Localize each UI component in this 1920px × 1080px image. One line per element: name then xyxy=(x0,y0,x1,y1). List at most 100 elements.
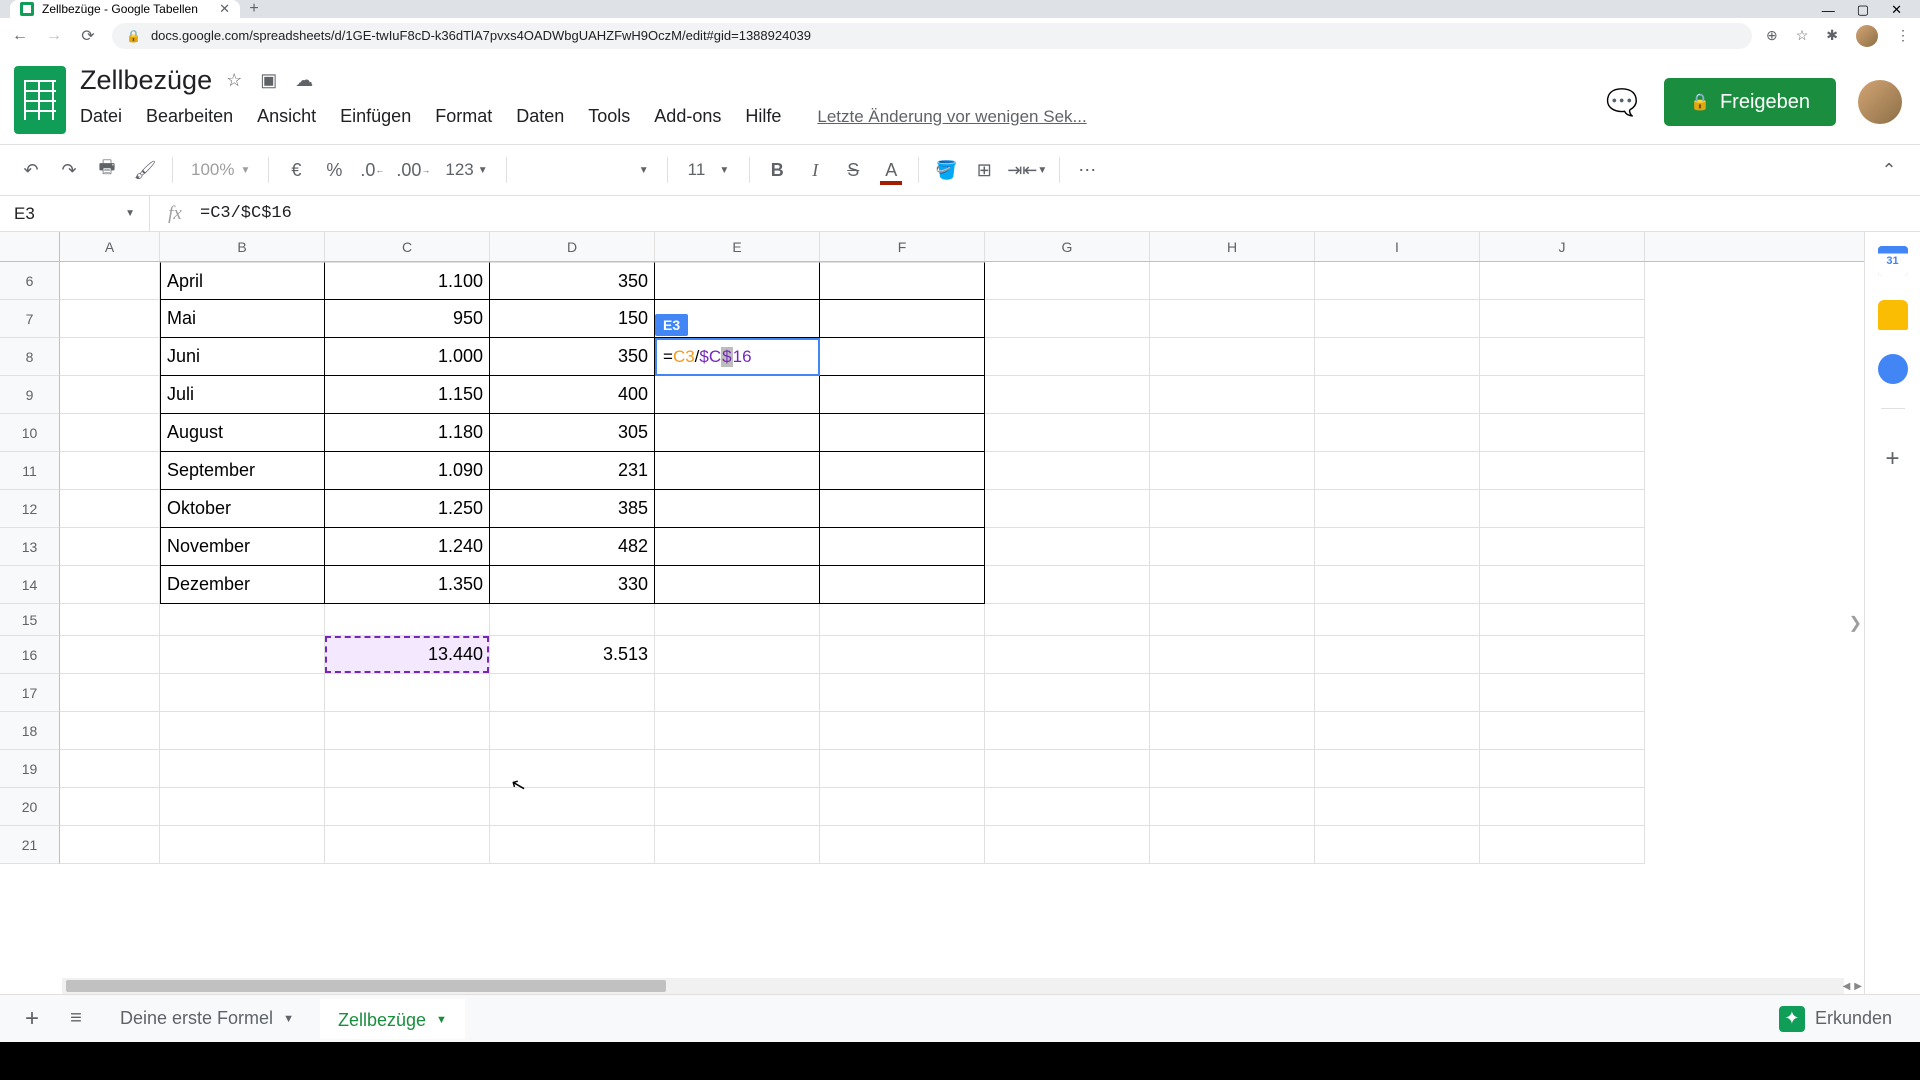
cell-D8[interactable]: 350 xyxy=(490,338,655,376)
cell-H11[interactable] xyxy=(1150,452,1315,490)
percent-button[interactable]: % xyxy=(317,153,351,187)
cell-I11[interactable] xyxy=(1315,452,1480,490)
cell-J10[interactable] xyxy=(1480,414,1645,452)
paint-format-icon[interactable]: 🖌 xyxy=(128,153,162,187)
menu-addons[interactable]: Add-ons xyxy=(654,106,721,127)
collapse-toolbar-icon[interactable]: ⌃ xyxy=(1872,153,1906,187)
share-button[interactable]: 🔒 Freigeben xyxy=(1664,78,1836,126)
cell-B14[interactable]: Dezember xyxy=(160,566,325,604)
cell-B11[interactable]: September xyxy=(160,452,325,490)
cell-F16[interactable] xyxy=(820,636,985,674)
cell-C16[interactable]: 13.440 xyxy=(325,636,490,674)
cell-H18[interactable] xyxy=(1150,712,1315,750)
cell-C17[interactable] xyxy=(325,674,490,712)
cell-J11[interactable] xyxy=(1480,452,1645,490)
sheet-tab-dropdown-icon[interactable]: ▼ xyxy=(283,1013,294,1025)
tasks-addon-icon[interactable] xyxy=(1878,354,1908,384)
cell-G10[interactable] xyxy=(985,414,1150,452)
cell-F8[interactable] xyxy=(820,338,985,376)
cell-J16[interactable] xyxy=(1480,636,1645,674)
cell-B16[interactable] xyxy=(160,636,325,674)
cell-C15[interactable] xyxy=(325,604,490,636)
cell-D10[interactable]: 305 xyxy=(490,414,655,452)
row-header[interactable]: 8 xyxy=(0,338,60,376)
cell-E13[interactable] xyxy=(655,528,820,566)
cell-J14[interactable] xyxy=(1480,566,1645,604)
cell-J7[interactable] xyxy=(1480,300,1645,338)
cell-E18[interactable] xyxy=(655,712,820,750)
cell-G16[interactable] xyxy=(985,636,1150,674)
cell-F13[interactable] xyxy=(820,528,985,566)
cell-C10[interactable]: 1.180 xyxy=(325,414,490,452)
cell-G21[interactable] xyxy=(985,826,1150,864)
row-header[interactable]: 6 xyxy=(0,262,60,300)
cell-I14[interactable] xyxy=(1315,566,1480,604)
currency-button[interactable]: € xyxy=(279,153,313,187)
star-icon[interactable]: ☆ xyxy=(1796,27,1809,44)
cell-F19[interactable] xyxy=(820,750,985,788)
menu-help[interactable]: Hilfe xyxy=(745,106,781,127)
text-color-button[interactable]: A xyxy=(874,153,908,187)
italic-button[interactable]: I xyxy=(798,153,832,187)
cell-F6[interactable] xyxy=(820,262,985,300)
cell-H21[interactable] xyxy=(1150,826,1315,864)
zoom-select[interactable]: 100% ▼ xyxy=(183,160,258,180)
sheet-tab-2-active[interactable]: Zellbezüge ▼ xyxy=(320,999,465,1039)
row-header[interactable]: 12 xyxy=(0,490,60,528)
col-header-j[interactable]: J xyxy=(1480,232,1645,261)
cell-B12[interactable]: Oktober xyxy=(160,490,325,528)
cell-F17[interactable] xyxy=(820,674,985,712)
cell-J6[interactable] xyxy=(1480,262,1645,300)
cell-F21[interactable] xyxy=(820,826,985,864)
cell-A10[interactable] xyxy=(60,414,160,452)
cell-G19[interactable] xyxy=(985,750,1150,788)
cell-I16[interactable] xyxy=(1315,636,1480,674)
more-icon[interactable]: ⋯ xyxy=(1070,153,1104,187)
sheet-tab-dropdown-icon[interactable]: ▼ xyxy=(436,1014,447,1026)
name-box-dropdown-icon[interactable]: ▼ xyxy=(125,208,135,219)
cell-J13[interactable] xyxy=(1480,528,1645,566)
cell-A11[interactable] xyxy=(60,452,160,490)
cell-B17[interactable] xyxy=(160,674,325,712)
cell-G9[interactable] xyxy=(985,376,1150,414)
cell-B9[interactable]: Juli xyxy=(160,376,325,414)
menu-file[interactable]: Datei xyxy=(80,106,122,127)
account-avatar-icon[interactable] xyxy=(1858,80,1902,124)
col-header-h[interactable]: H xyxy=(1150,232,1315,261)
merge-icon[interactable]: ⇥⇤▼ xyxy=(1005,153,1049,187)
name-box[interactable]: E3 ▼ xyxy=(0,196,150,231)
cell-E8[interactable]: E3=C3/$C$16 xyxy=(655,338,820,376)
row-header[interactable]: 7 xyxy=(0,300,60,338)
cell-J17[interactable] xyxy=(1480,674,1645,712)
url-field[interactable]: 🔒 docs.google.com/spreadsheets/d/1GE-twI… xyxy=(112,23,1752,49)
cell-G17[interactable] xyxy=(985,674,1150,712)
col-header-c[interactable]: C xyxy=(325,232,490,261)
cell-C21[interactable] xyxy=(325,826,490,864)
undo-icon[interactable]: ↶ xyxy=(14,153,48,187)
cell-E15[interactable] xyxy=(655,604,820,636)
menu-view[interactable]: Ansicht xyxy=(257,106,316,127)
cell-B10[interactable]: August xyxy=(160,414,325,452)
cell-G13[interactable] xyxy=(985,528,1150,566)
show-side-panel-icon[interactable]: ❯ xyxy=(1849,613,1862,633)
decrease-decimal-button[interactable]: .0← xyxy=(355,153,389,187)
cell-I6[interactable] xyxy=(1315,262,1480,300)
cell-A13[interactable] xyxy=(60,528,160,566)
cell-C9[interactable]: 1.150 xyxy=(325,376,490,414)
cell-A12[interactable] xyxy=(60,490,160,528)
row-header[interactable]: 16 xyxy=(0,636,60,674)
cell-I18[interactable] xyxy=(1315,712,1480,750)
cell-A16[interactable] xyxy=(60,636,160,674)
cell-G20[interactable] xyxy=(985,788,1150,826)
increase-decimal-button[interactable]: .00→ xyxy=(393,153,433,187)
cell-H9[interactable] xyxy=(1150,376,1315,414)
cell-I13[interactable] xyxy=(1315,528,1480,566)
cell-H8[interactable] xyxy=(1150,338,1315,376)
menu-icon[interactable]: ⋮ xyxy=(1896,27,1910,44)
col-header-a[interactable]: A xyxy=(60,232,160,261)
cell-C8[interactable]: 1.000 xyxy=(325,338,490,376)
cell-J8[interactable] xyxy=(1480,338,1645,376)
cell-I10[interactable] xyxy=(1315,414,1480,452)
redo-icon[interactable]: ↷ xyxy=(52,153,86,187)
horizontal-scrollbar[interactable] xyxy=(62,978,1844,994)
